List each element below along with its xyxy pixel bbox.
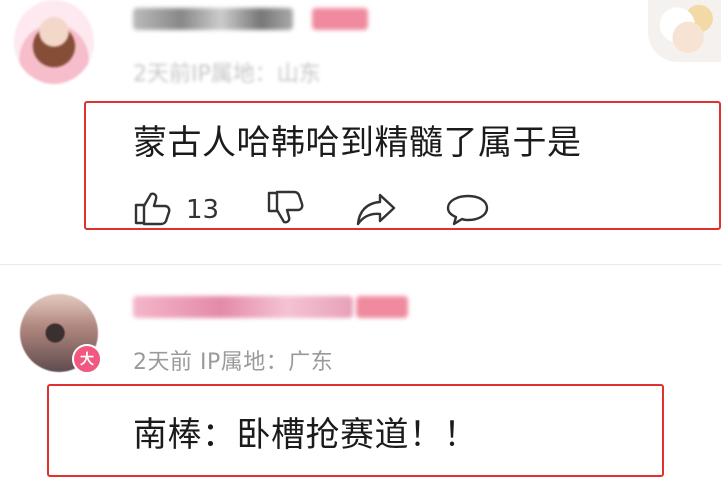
share-icon[interactable] (355, 191, 399, 231)
comment-bubble-icon[interactable] (446, 192, 490, 232)
username-redacted[interactable] (133, 296, 353, 318)
verified-badge: 大 (72, 344, 102, 374)
comment-text: 蒙古人哈韩哈到精髓了属于是 (133, 123, 582, 163)
thumbs-up-icon[interactable] (133, 190, 173, 230)
like-count: 13 (186, 195, 220, 225)
user-level-badge-redacted (356, 296, 408, 318)
comment-text: 南棒：卧槽抢赛道！！ (133, 415, 478, 455)
sticker-avatar-decoration (648, 0, 721, 62)
comment-meta-blurred: 2天前IP属地：山东 (133, 62, 321, 87)
avatar[interactable] (14, 0, 94, 84)
user-level-badge-redacted (312, 8, 368, 30)
thumbs-down-icon[interactable] (266, 190, 306, 232)
comment-meta: 2天前 IP属地：广东 (133, 350, 334, 375)
username-redacted[interactable] (133, 8, 293, 30)
divider (0, 264, 721, 265)
